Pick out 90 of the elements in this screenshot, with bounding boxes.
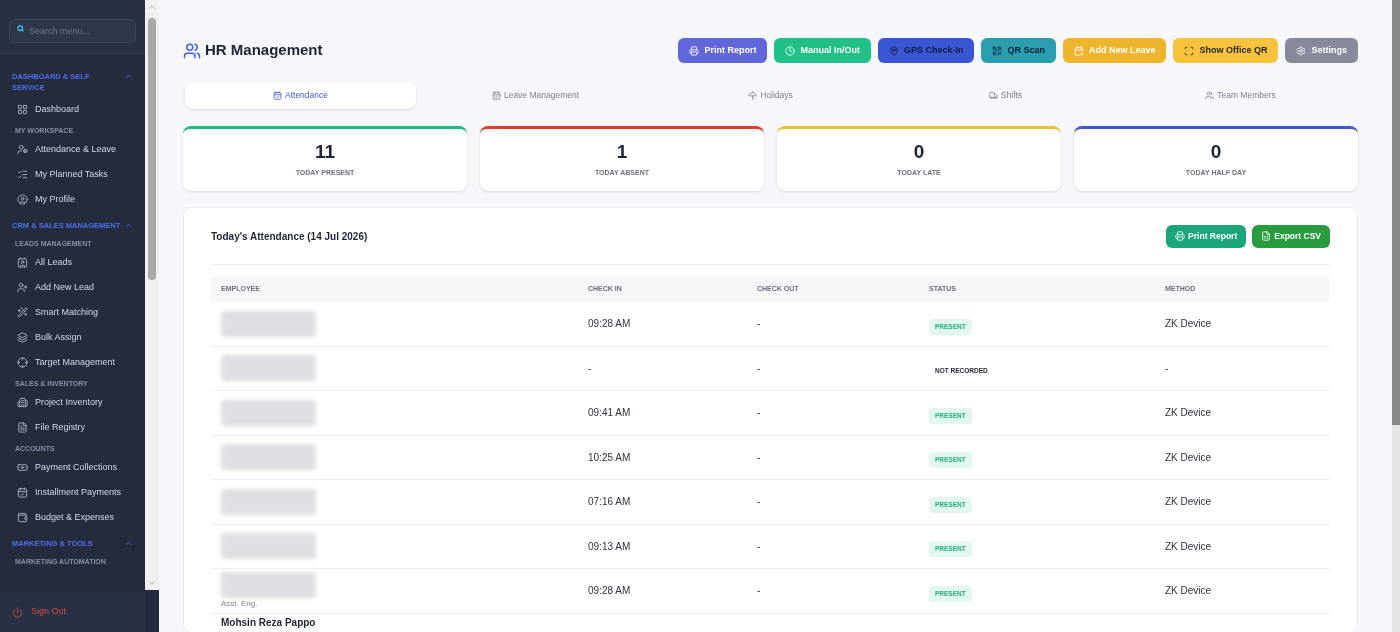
check-out-time: -	[757, 539, 762, 554]
check-out-time: -	[757, 450, 762, 465]
search-icon	[17, 25, 24, 32]
printer-icon	[1175, 231, 1186, 241]
grid-icon	[17, 104, 28, 115]
scan-icon	[1184, 45, 1195, 56]
sidebar-item[interactable]: My Planned Tasks	[0, 162, 145, 187]
method: ZK Device	[1165, 539, 1213, 554]
check-out-time: -	[757, 406, 762, 421]
method: ZK Device	[1165, 584, 1213, 599]
sidebar-item[interactable]: Add New Lead	[0, 275, 145, 300]
crosshair-icon	[17, 357, 28, 368]
method: ZK Device	[1165, 495, 1213, 510]
scroll-up-icon[interactable]	[147, 2, 157, 12]
scroll-down-icon[interactable]	[147, 578, 157, 588]
sidebar-item[interactable]: Budget & Expenses	[0, 505, 145, 530]
umbrella-icon	[748, 91, 758, 100]
tab[interactable]: Attendance	[185, 82, 416, 109]
spreadsheet-icon	[1261, 231, 1272, 241]
action-button[interactable]: QR Scan	[981, 38, 1056, 63]
wand-icon	[17, 307, 28, 318]
stat-value: 1	[616, 141, 628, 164]
user-gear-icon	[17, 144, 28, 155]
action-button[interactable]: Settings	[1285, 38, 1358, 63]
layers-icon	[17, 332, 28, 343]
contact-card-icon	[17, 257, 28, 268]
power-icon	[12, 606, 23, 618]
user-plus-icon	[17, 282, 28, 293]
calendar-check-icon	[17, 487, 28, 498]
scrollbar[interactable]	[145, 0, 159, 590]
tab[interactable]: Holidays	[653, 82, 888, 109]
check-out-time: -	[757, 317, 762, 332]
building-icon	[17, 397, 28, 408]
sidebar-item[interactable]: Installment Payments	[0, 480, 145, 505]
settings-icon	[1296, 45, 1307, 56]
check-in-time: 09:28 AM	[588, 317, 632, 332]
sign-out-button[interactable]: Sign Out	[0, 592, 145, 632]
users-icon	[1205, 91, 1215, 100]
tab[interactable]: Leave Management	[418, 82, 653, 109]
sidebar-item[interactable]: My Profile	[0, 187, 145, 212]
stat-value: 0	[1210, 141, 1222, 164]
sidebar-item[interactable]: File Registry	[0, 415, 145, 440]
page-scrollbar[interactable]	[1392, 0, 1400, 632]
tab[interactable]: Team Members	[1123, 82, 1358, 109]
check-in-time: 07:16 AM	[588, 495, 632, 510]
sidebar-item[interactable]: Smart Matching	[0, 300, 145, 325]
action-button[interactable]: Show Office QR	[1173, 38, 1279, 63]
action-button[interactable]: Print Report	[678, 38, 768, 63]
calendar-icon	[491, 91, 501, 100]
employee-designation: Asst. Eng.	[221, 597, 259, 610]
check-out-time: -	[757, 495, 762, 510]
employee-name: Mohsin Reza Pappo	[221, 616, 317, 630]
printer-icon	[689, 45, 700, 56]
sidebar-item[interactable]: Target Management	[0, 350, 145, 375]
map-pin-icon	[888, 45, 899, 56]
truck-icon	[988, 91, 998, 100]
checklist-icon	[17, 169, 28, 180]
check-in-time: 10:25 AM	[588, 450, 632, 465]
check-in-time: 09:13 AM	[588, 539, 632, 554]
tab[interactable]: Shifts	[888, 82, 1123, 109]
check-out-time: -	[757, 584, 762, 599]
check-in-time: -	[588, 361, 593, 376]
search-field[interactable]: Search menu...	[9, 19, 136, 43]
sidebar-item[interactable]: Bulk Assign	[0, 325, 145, 350]
document-icon	[17, 422, 28, 433]
check-in-time: 09:41 AM	[588, 406, 632, 421]
export-button[interactable]: Export CSV	[1252, 224, 1330, 248]
page-title: HR Management	[205, 40, 323, 61]
clock-icon	[785, 45, 796, 56]
qr-code-icon	[992, 45, 1003, 56]
wallet-icon	[17, 512, 28, 523]
sidebar-item[interactable]: Payment Collections	[0, 455, 145, 480]
sidebar-item[interactable]: All Leads	[0, 250, 145, 275]
stat-value: 11	[314, 141, 336, 164]
banknote-icon	[17, 462, 28, 473]
calendar-plus-icon	[1073, 45, 1084, 56]
check-in-time: 09:28 AM	[588, 584, 632, 599]
card-title: Today's Attendance (14 Jul 2026)	[211, 229, 368, 244]
method: ZK Device	[1165, 450, 1213, 465]
method: ZK Device	[1165, 317, 1213, 332]
calendar-check-icon	[273, 91, 282, 100]
sidebar-item[interactable]: Dashboard	[0, 97, 145, 122]
stat-value: 0	[913, 141, 925, 164]
sidebar-item[interactable]: Attendance & Leave	[0, 137, 145, 162]
sidebar-item[interactable]: Project Inventory	[0, 390, 145, 415]
user-circle-icon	[17, 194, 28, 205]
method: -	[1165, 361, 1170, 376]
method: ZK Device	[1165, 406, 1213, 421]
check-out-time: -	[757, 361, 762, 376]
users-icon	[183, 41, 201, 60]
